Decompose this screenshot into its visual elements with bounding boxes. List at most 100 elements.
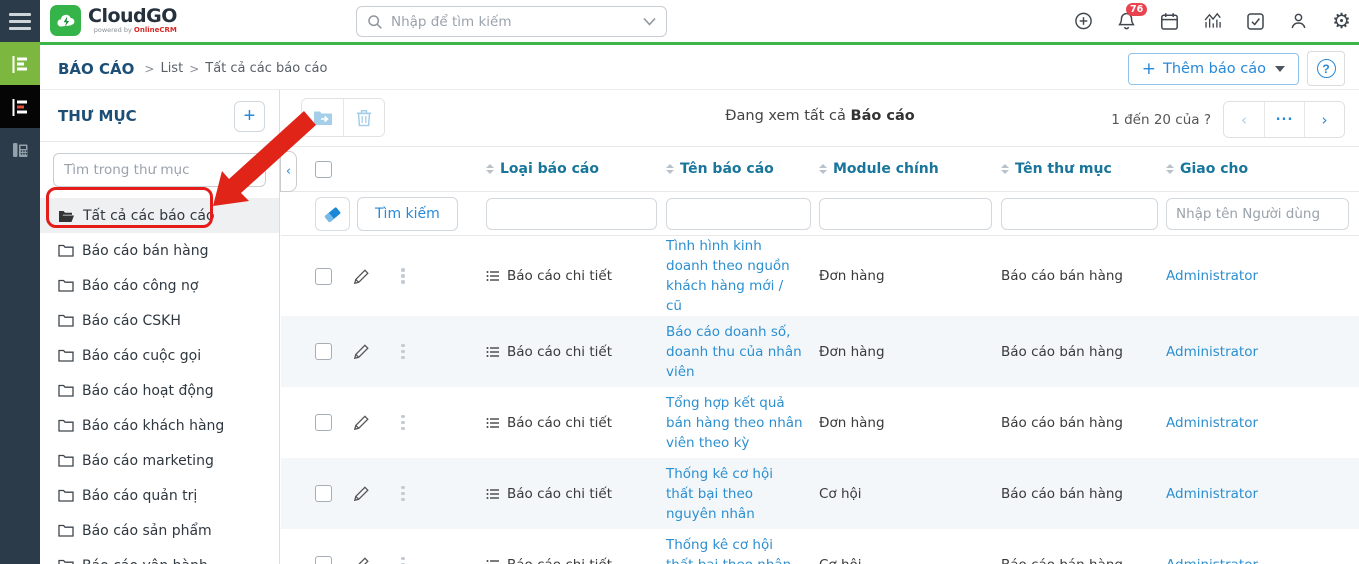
sidebar-collapse-button[interactable]: ‹ [280, 151, 297, 192]
assigned-user-link[interactable]: Administrator [1166, 415, 1359, 431]
row-checkbox[interactable] [315, 343, 332, 360]
caret-down-icon [1275, 66, 1285, 72]
prev-page-button[interactable]: ‹ [1224, 102, 1264, 137]
notification-badge: 76 [1126, 3, 1147, 16]
assigned-user-link[interactable]: Administrator [1166, 486, 1359, 502]
row-checkbox[interactable] [315, 556, 332, 564]
add-report-button[interactable]: + Thêm báo cáo [1128, 53, 1299, 85]
report-name-link[interactable]: Tình hình kinh doanh theo nguồn khách hà… [666, 236, 819, 316]
breadcrumb-bar: BÁO CÁO > List > Tất cả các báo cáo + Th… [40, 48, 1359, 90]
folder-cell: Báo cáo bán hàng [1001, 486, 1166, 502]
report-name-link[interactable]: Thống kê cơ hội thất bại theo nhân viên [666, 535, 819, 564]
sidebar-item-folder[interactable]: Báo cáo sản phẩm [40, 513, 279, 548]
assigned-user-link[interactable]: Administrator [1166, 344, 1359, 360]
move-to-folder-button[interactable] [302, 99, 343, 136]
row-checkbox[interactable] [315, 414, 332, 431]
breadcrumb-item-current: Tất cả các báo cáo [205, 61, 327, 76]
rail-reports-active-icon[interactable] [0, 85, 40, 128]
filter-report-type-input[interactable] [486, 198, 657, 230]
add-folder-button[interactable]: + [234, 101, 265, 132]
row-checkbox[interactable] [315, 485, 332, 502]
detail-list-icon [486, 488, 500, 500]
assigned-user-link[interactable]: Administrator [1166, 557, 1359, 564]
filter-assigned-user-input[interactable] [1166, 198, 1349, 230]
edit-pencil-icon[interactable] [353, 343, 389, 360]
sidebar-item-folder[interactable]: Báo cáo cuộc gọi [40, 338, 279, 373]
column-header-report-name[interactable]: Tên báo cáo [666, 161, 819, 177]
folder-icon [58, 559, 74, 564]
cloudgo-logo-icon [50, 5, 81, 36]
report-name-link[interactable]: Thống kê cơ hội thất bại theo nguyên nhâ… [666, 464, 819, 524]
filter-report-name-input[interactable] [666, 198, 811, 230]
row-menu-icon[interactable] [401, 415, 486, 431]
sidebar-item-folder[interactable]: Báo cáo khách hàng [40, 408, 279, 443]
filter-module-input[interactable] [819, 198, 992, 230]
detail-list-icon [486, 270, 500, 282]
filter-row: Tìm kiếm [281, 192, 1359, 236]
user-profile-icon[interactable] [1289, 12, 1308, 31]
left-nav-rail [0, 0, 40, 564]
report-name-link[interactable]: Báo cáo doanh số, doanh thu của nhân viê… [666, 322, 819, 382]
edit-pencil-icon[interactable] [353, 485, 389, 502]
edit-pencil-icon[interactable] [353, 268, 389, 285]
list-toolbar: Đang xem tất cả Báo cáo 1 đến 20 của ? ‹… [281, 90, 1359, 146]
rail-reports-icon[interactable] [0, 42, 40, 85]
chevron-down-icon[interactable] [643, 17, 656, 26]
folder-search-input[interactable] [53, 153, 266, 187]
edit-pencil-icon[interactable] [353, 414, 389, 431]
table-row: Báo cáo chi tiết Thống kê cơ hội thất bạ… [281, 529, 1359, 564]
row-menu-icon[interactable] [401, 268, 486, 284]
filter-folder-input[interactable] [1001, 198, 1158, 230]
analytics-chart-icon[interactable] [1203, 12, 1222, 31]
calendar-icon[interactable] [1160, 12, 1179, 31]
row-checkbox[interactable] [315, 268, 332, 285]
select-all-checkbox[interactable] [315, 161, 332, 178]
hamburger-menu-icon[interactable] [0, 0, 40, 42]
module-cell: Đơn hàng [819, 415, 1001, 431]
quick-create-icon[interactable] [1074, 12, 1093, 31]
viewing-status: Đang xem tất cả Báo cáo [725, 108, 914, 124]
breadcrumb-item-list[interactable]: List [160, 61, 183, 76]
delete-button[interactable] [343, 99, 384, 136]
next-page-button[interactable]: › [1304, 102, 1344, 137]
help-button[interactable]: ? [1307, 51, 1345, 86]
cloudgo-logo[interactable]: CloudGO powered by OnlineCRM [50, 5, 177, 36]
page-title: BÁO CÁO [58, 60, 134, 78]
tasks-check-icon[interactable] [1246, 12, 1265, 31]
sidebar-title: THƯ MỤC [58, 107, 137, 125]
column-header-assigned[interactable]: Giao cho [1166, 161, 1359, 177]
folder-icon [58, 349, 74, 362]
folder-cell: Báo cáo bán hàng [1001, 268, 1166, 284]
top-bar: CloudGO powered by OnlineCRM 76 ⚙ [40, 0, 1359, 45]
sidebar-item-folder[interactable]: Báo cáo bán hàng [40, 233, 279, 268]
clear-filters-button[interactable] [315, 197, 350, 231]
notifications-bell-icon[interactable]: 76 [1117, 12, 1136, 31]
detail-list-icon [486, 417, 500, 429]
search-button[interactable]: Tìm kiếm [357, 197, 458, 231]
column-header-module[interactable]: Module chính [819, 161, 1001, 177]
sidebar-item-folder[interactable]: Báo cáo CSKH [40, 303, 279, 338]
report-name-link[interactable]: Tổng hợp kết quả bán hàng theo nhân viên… [666, 393, 819, 453]
rail-phone-icon[interactable] [0, 128, 40, 171]
sidebar-item-folder[interactable]: Báo cáo công nợ [40, 268, 279, 303]
column-header-report-type[interactable]: Loại báo cáo [486, 161, 666, 177]
row-menu-icon[interactable] [401, 486, 486, 502]
report-list-panel: Đang xem tất cả Báo cáo 1 đến 20 của ? ‹… [281, 90, 1359, 564]
module-cell: Cơ hội [819, 486, 1001, 502]
sort-icon [486, 164, 494, 174]
sidebar-item-folder[interactable]: Báo cáo hoạt động [40, 373, 279, 408]
row-menu-icon[interactable] [401, 344, 486, 360]
sidebar-item-folder[interactable]: Báo cáo quản trị [40, 478, 279, 513]
settings-gear-icon[interactable]: ⚙ [1332, 12, 1351, 31]
edit-pencil-icon[interactable] [353, 556, 389, 564]
column-header-folder[interactable]: Tên thư mục [1001, 161, 1166, 177]
sidebar-item-folder[interactable]: Báo cáo vận hành [40, 548, 279, 564]
row-menu-icon[interactable] [401, 557, 486, 564]
table-row: Báo cáo chi tiết Thống kê cơ hội thất bạ… [281, 458, 1359, 529]
global-search-input[interactable] [391, 14, 635, 30]
assigned-user-link[interactable]: Administrator [1166, 268, 1359, 284]
more-pages-button[interactable]: ... [1264, 102, 1304, 137]
sidebar-item-all-reports[interactable]: Tất cả các báo cáo [40, 198, 279, 233]
sidebar-item-folder[interactable]: Báo cáo marketing [40, 443, 279, 478]
plus-icon: + [1142, 62, 1156, 76]
